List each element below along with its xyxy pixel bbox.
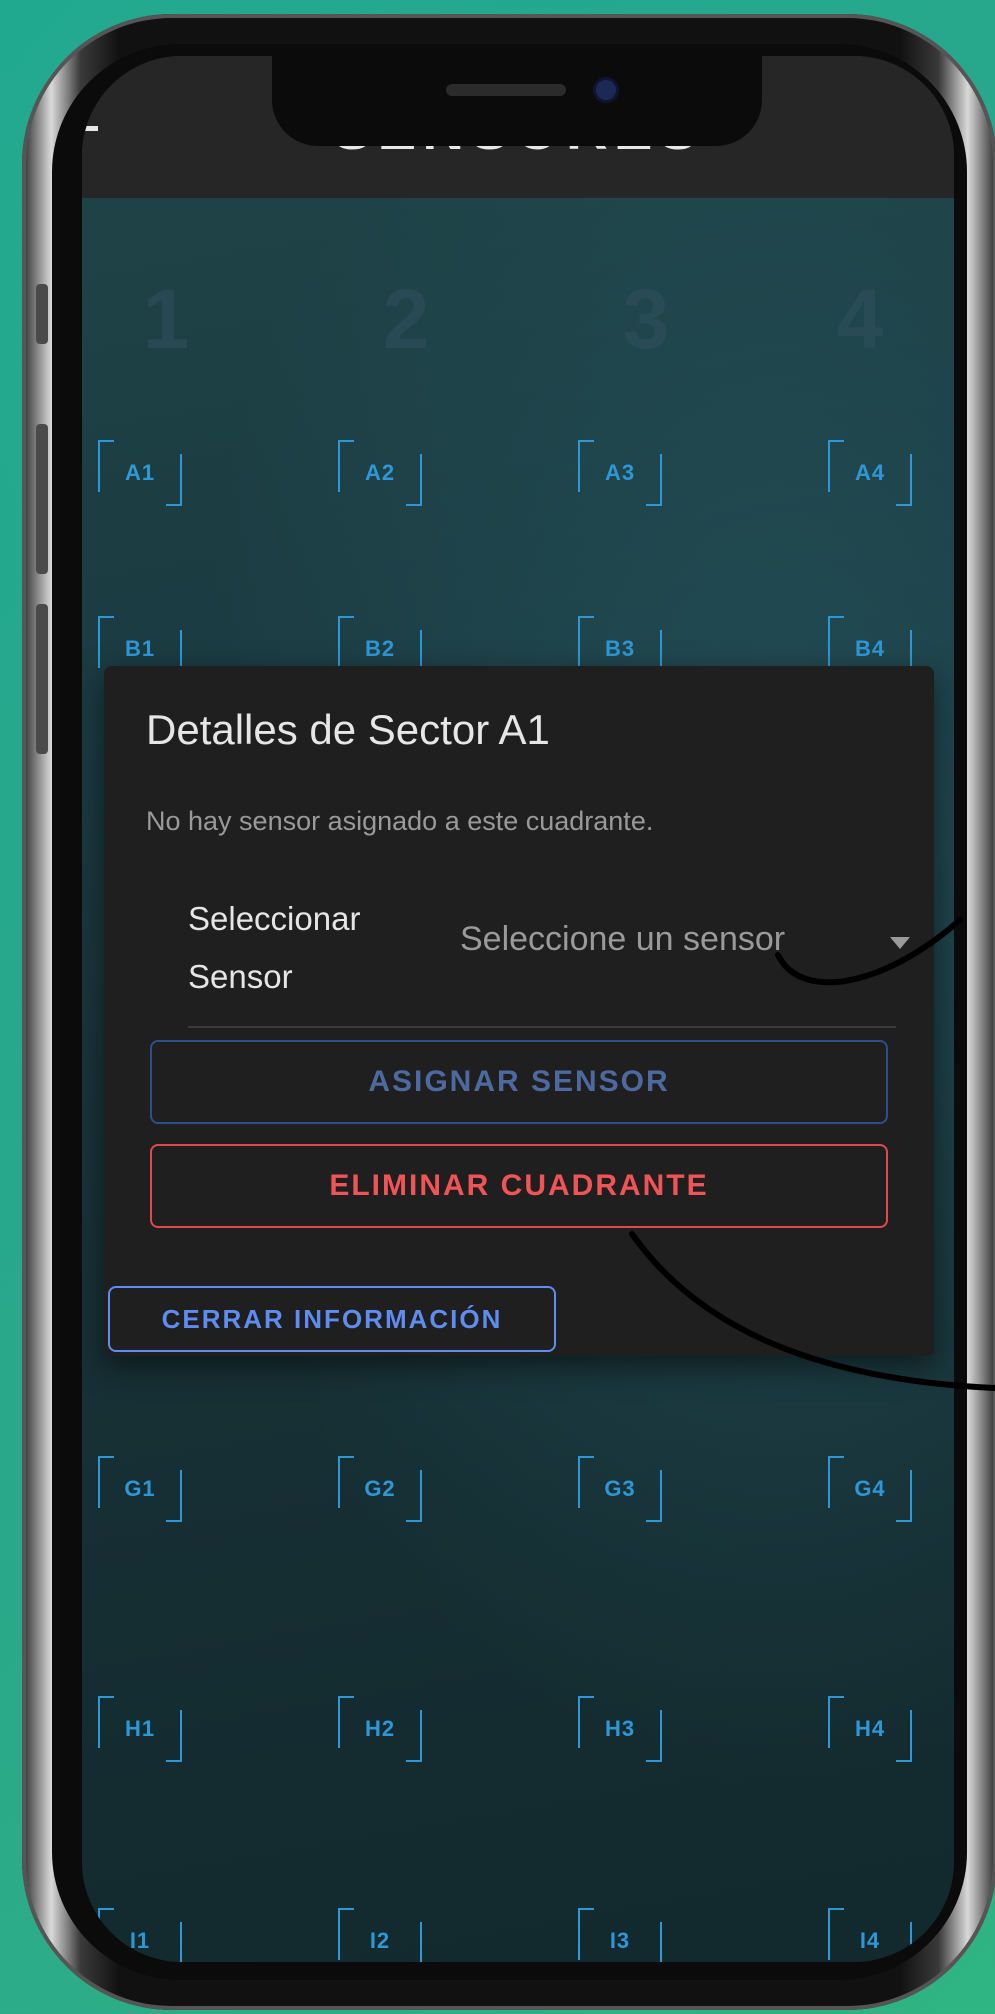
sector-cell-i1[interactable]: I1 xyxy=(98,1908,182,1962)
speaker-grille xyxy=(446,84,566,96)
column-header-1: 1 xyxy=(142,272,190,366)
sector-cell-h2[interactable]: H2 xyxy=(338,1696,422,1762)
close-info-button[interactable]: CERRAR INFORMACIÓN xyxy=(108,1286,556,1352)
sector-cell-a4[interactable]: A4 xyxy=(828,440,912,506)
app-screen: SENSORES 1 2 3 4 A1 A2 A3 A4 B1 B2 B3 B4… xyxy=(82,56,954,1962)
dialog-message: No hay sensor asignado a este cuadrante. xyxy=(146,806,654,836)
sector-details-dialog: Detalles de Sector A1 No hay sensor asig… xyxy=(104,666,934,1356)
delete-quadrant-button[interactable]: ELIMINAR CUADRANTE xyxy=(150,1144,888,1228)
sector-cell-h4[interactable]: H4 xyxy=(828,1696,912,1762)
sector-cell-g2[interactable]: G2 xyxy=(338,1456,422,1522)
sector-cell-h1[interactable]: H1 xyxy=(98,1696,182,1762)
sector-cell-a2[interactable]: A2 xyxy=(338,440,422,506)
column-header-4: 4 xyxy=(836,272,884,366)
dialog-title: Detalles de Sector A1 xyxy=(146,706,550,753)
sector-cell-h3[interactable]: H3 xyxy=(578,1696,662,1762)
sector-cell-i4[interactable]: I4 xyxy=(828,1908,912,1962)
sector-cell-g1[interactable]: G1 xyxy=(98,1456,182,1522)
sector-cell-i3[interactable]: I3 xyxy=(578,1908,662,1962)
sector-cell-g3[interactable]: G3 xyxy=(578,1456,662,1522)
assign-sensor-button[interactable]: ASIGNAR SENSOR xyxy=(150,1040,888,1124)
sensor-select-label: Seleccionar Sensor xyxy=(188,900,361,995)
column-header-3: 3 xyxy=(622,272,670,366)
volume-down-button xyxy=(36,604,48,754)
sector-cell-g4[interactable]: G4 xyxy=(828,1456,912,1522)
select-underline xyxy=(188,1026,896,1028)
dropdown-arrow-icon[interactable] xyxy=(890,937,910,949)
column-header-2: 2 xyxy=(382,272,430,366)
sector-cell-i2[interactable]: I2 xyxy=(338,1908,422,1962)
mute-switch xyxy=(36,284,48,344)
sensor-select[interactable]: Seleccione un sensor xyxy=(460,920,785,959)
sector-cell-a1[interactable]: A1 xyxy=(98,440,182,506)
sector-cell-a3[interactable]: A3 xyxy=(578,440,662,506)
phone-notch xyxy=(272,56,762,146)
front-camera-icon xyxy=(596,80,616,100)
volume-up-button xyxy=(36,424,48,574)
